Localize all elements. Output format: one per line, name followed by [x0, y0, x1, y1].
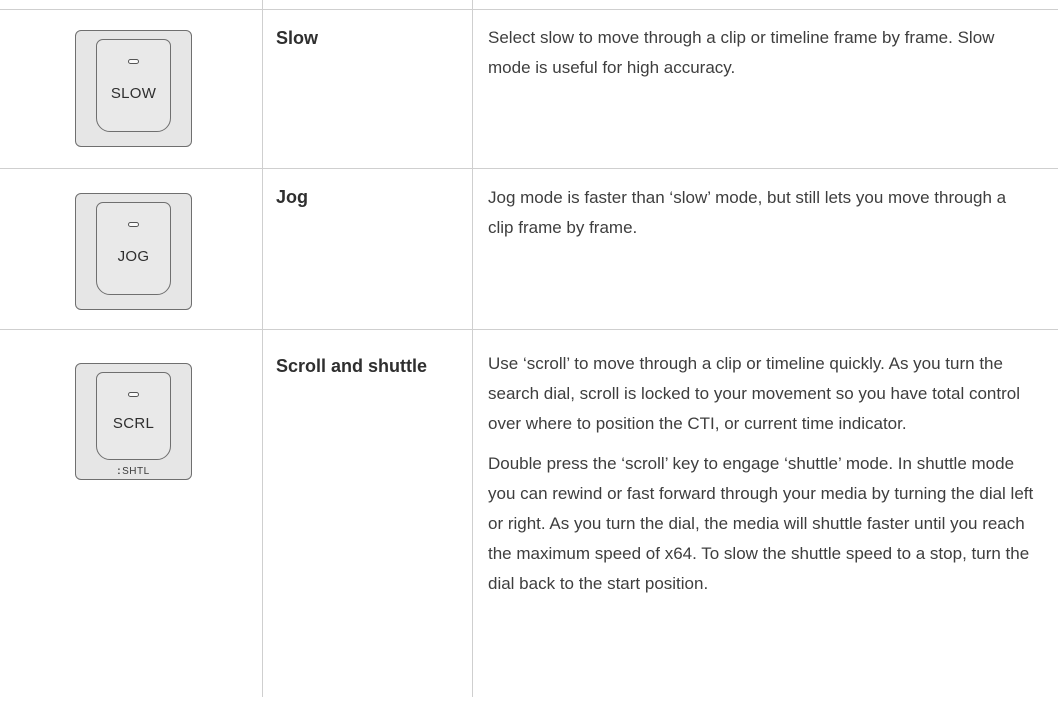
slow-key-icon: SLOW [75, 30, 192, 147]
description-paragraph: Select slow to move through a clip or ti… [488, 28, 995, 77]
key-sublabel: :SHTL [76, 466, 191, 477]
table-row-scroll-shuttle: SCRL :SHTL Scroll and shuttle Use ‘scrol… [0, 329, 1058, 710]
key-label: SCRL [112, 415, 155, 432]
key-label: JOG [117, 248, 150, 265]
scroll-key-icon: SCRL :SHTL [75, 363, 192, 480]
key-face: SCRL [96, 372, 171, 460]
row-title: Jog [276, 187, 309, 207]
key-led-indicator [128, 222, 139, 227]
key-description-table: SLOW Slow Select slow to move through a … [0, 0, 1058, 697]
table-row-slow: SLOW Slow Select slow to move through a … [0, 9, 1058, 169]
table-row-jog: JOG Jog Jog mode is faster than ‘slow’ m… [0, 168, 1058, 330]
row-description: Select slow to move through a clip or ti… [488, 23, 1033, 93]
key-label: SLOW [110, 85, 157, 102]
description-paragraph: Use ‘scroll’ to move through a clip or t… [488, 354, 1020, 433]
key-face: SLOW [96, 39, 171, 132]
double-press-dots-icon: : [117, 466, 122, 477]
key-led-indicator [128, 392, 139, 397]
key-face: JOG [96, 202, 171, 295]
row-title: Slow [276, 28, 319, 48]
row-description: Jog mode is faster than ‘slow’ mode, but… [488, 183, 1033, 253]
description-paragraph: Jog mode is faster than ‘slow’ mode, but… [488, 188, 1007, 237]
jog-key-icon: JOG [75, 193, 192, 310]
description-paragraph: Double press the ‘scroll’ key to engage … [488, 454, 1034, 593]
row-description: Use ‘scroll’ to move through a clip or t… [488, 349, 1038, 609]
key-led-indicator [128, 59, 139, 64]
row-title: Scroll and shuttle [276, 356, 428, 376]
key-sublabel-text: SHTL [122, 466, 150, 477]
